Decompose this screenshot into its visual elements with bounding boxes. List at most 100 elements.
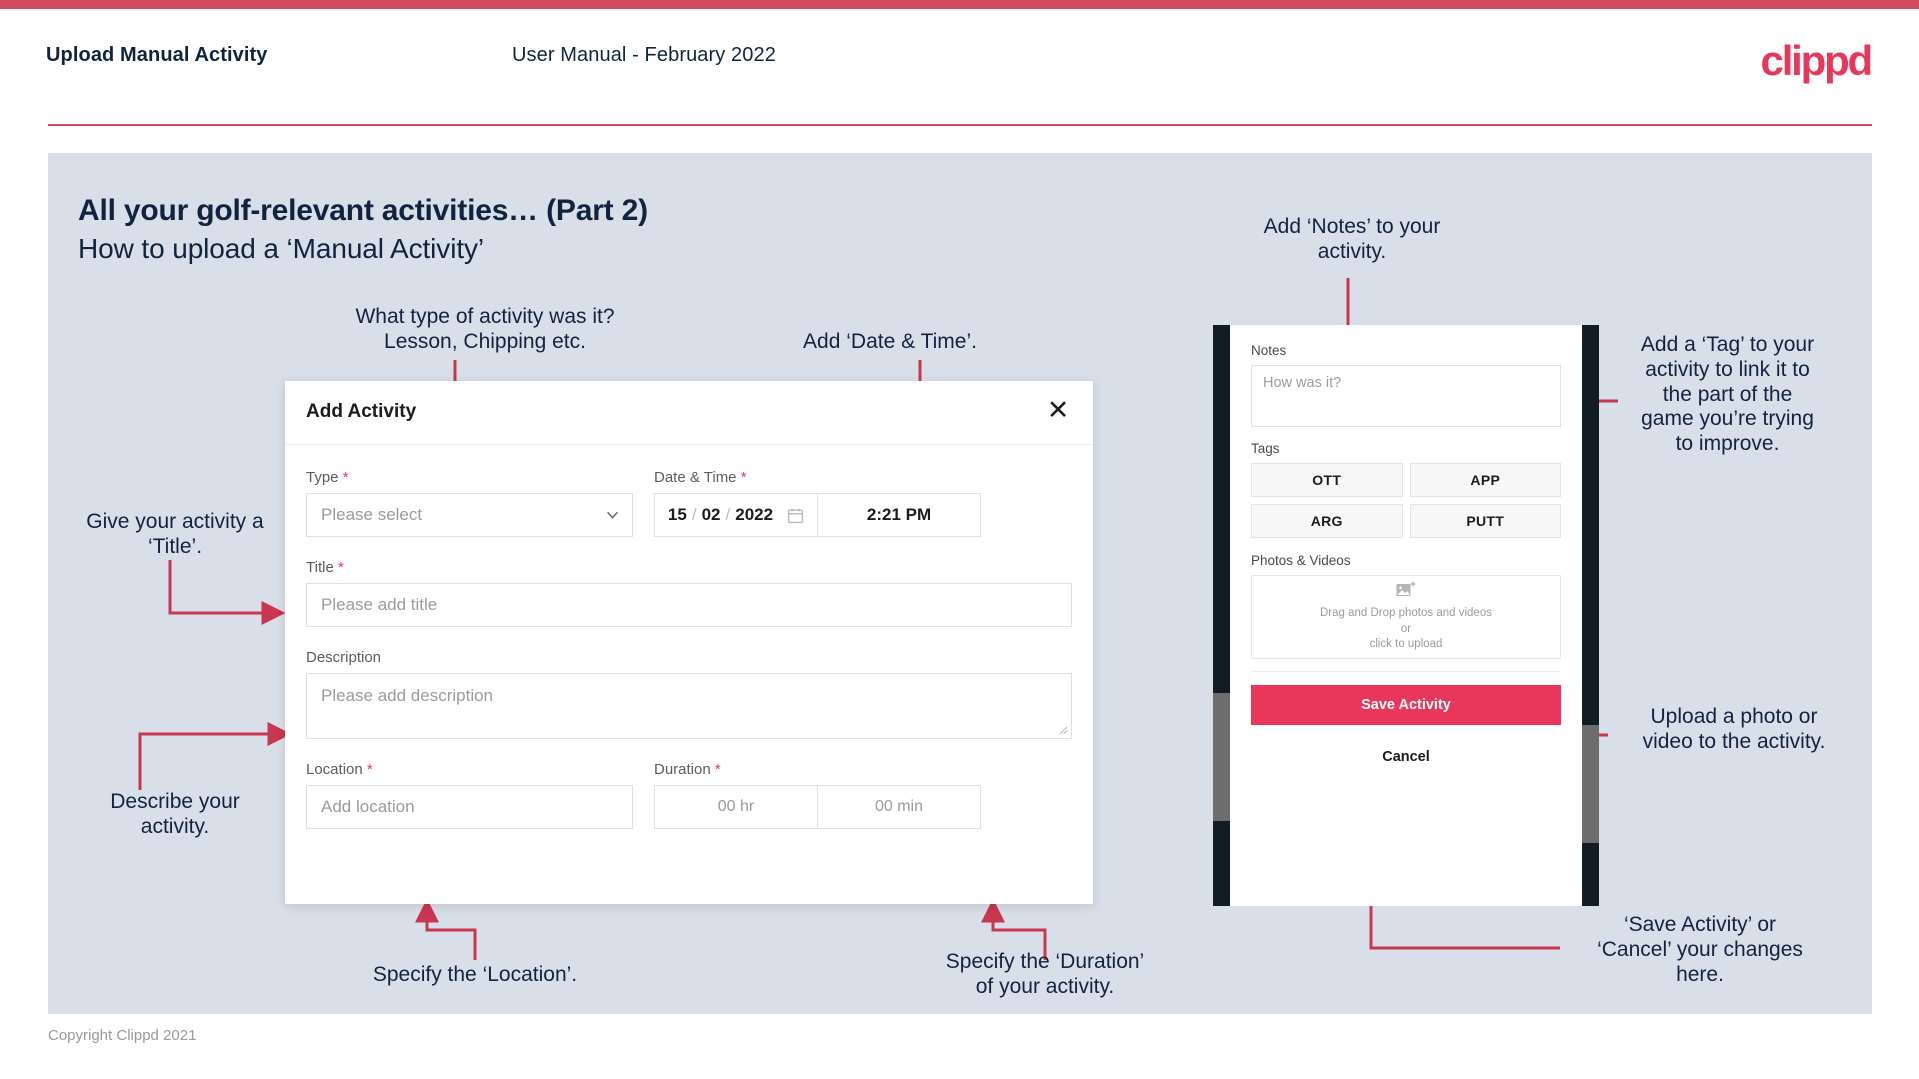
field-datetime: Date & Time * 15 / 02 / 2022 2:21 PM bbox=[654, 469, 981, 537]
field-title: Title * Please add title bbox=[306, 559, 1072, 627]
slide-root: Upload Manual Activity User Manual - Feb… bbox=[0, 0, 1919, 1079]
annotation-duration-line1: Specify the ‘Duration’ bbox=[945, 950, 1145, 973]
date-input[interactable]: 15 / 02 / 2022 bbox=[655, 494, 818, 536]
dropzone-line2: click to upload bbox=[1369, 638, 1443, 651]
location-label: Location * bbox=[306, 761, 373, 778]
date-month: 02 bbox=[701, 505, 721, 524]
annotation-save-line2: ‘Cancel’ your changes bbox=[1597, 937, 1803, 961]
annotation-datetime-line1: Add ‘Date & Time’. bbox=[803, 330, 977, 353]
required-marker: * bbox=[366, 761, 373, 778]
type-placeholder: Please select bbox=[321, 505, 423, 524]
annotation-tags: Add a ‘Tag’ to your activity to link it … bbox=[1620, 333, 1835, 457]
annotation-title-line1: Give your activity a bbox=[86, 510, 264, 533]
tag-ott[interactable]: OTT bbox=[1251, 463, 1403, 497]
time-input[interactable]: 2:21 PM bbox=[818, 494, 980, 536]
tag-putt[interactable]: PUTT bbox=[1409, 504, 1561, 538]
annotation-tags-line3: the part of the bbox=[1662, 382, 1793, 406]
date-day: 15 bbox=[667, 505, 687, 524]
annotation-save-line1: ‘Save Activity’ or bbox=[1623, 913, 1777, 936]
slide-heading: All your golf-relevant activities… (Part… bbox=[78, 194, 648, 227]
tags-label: Tags bbox=[1251, 441, 1280, 456]
dropzone-text: Drag and Drop photos and videos or click… bbox=[1316, 606, 1496, 653]
resize-grip-icon[interactable] bbox=[1059, 726, 1068, 735]
duration-hours-input[interactable]: 00 hr bbox=[655, 786, 818, 828]
field-description: Description Please add description bbox=[306, 649, 1072, 739]
annotation-description-line1: Describe your bbox=[110, 790, 240, 813]
clippd-logo: clippd bbox=[1760, 37, 1874, 84]
required-marker: * bbox=[714, 761, 721, 778]
field-duration: Duration * 00 hr 00 min bbox=[654, 761, 981, 829]
annotation-title-line2: ‘Title’. bbox=[147, 534, 203, 558]
slide-subheading: How to upload a ‘Manual Activity’ bbox=[78, 233, 485, 264]
date-year: 2022 bbox=[735, 505, 774, 524]
annotation-photos-line1: Upload a photo or bbox=[1650, 705, 1818, 728]
required-marker: * bbox=[337, 559, 344, 576]
modal-body: Type * Please select Date & Time * 15 / … bbox=[285, 445, 1093, 829]
annotation-tags-line5: to improve. bbox=[1675, 432, 1780, 456]
annotation-type-line1: What type of activity was it? bbox=[355, 305, 615, 328]
add-image-icon bbox=[1396, 581, 1416, 597]
annotation-notes-line1: Add ‘Notes’ to your bbox=[1263, 215, 1441, 238]
duration-minutes-input[interactable]: 00 min bbox=[818, 786, 980, 828]
annotation-type: What type of activity was it? Lesson, Ch… bbox=[335, 305, 635, 355]
annotation-tags-line4: game you’re trying bbox=[1641, 407, 1814, 431]
annotation-photos: Upload a photo or video to the activity. bbox=[1620, 705, 1848, 755]
description-input[interactable]: Please add description bbox=[306, 673, 1072, 739]
time-value: 2:21 PM bbox=[866, 505, 932, 524]
modal-title: Add Activity bbox=[306, 401, 417, 422]
annotation-save-line3: here. bbox=[1676, 962, 1724, 986]
date-sep-1: / bbox=[691, 505, 697, 524]
required-marker: * bbox=[740, 469, 747, 486]
notes-placeholder: How was it? bbox=[1263, 375, 1342, 391]
cancel-button[interactable]: Cancel bbox=[1251, 749, 1561, 765]
phone-scrollbar-left[interactable] bbox=[1213, 693, 1230, 821]
location-input[interactable]: Add location bbox=[306, 785, 633, 829]
phone-scrollbar-right[interactable] bbox=[1582, 725, 1599, 843]
title-label: Title * bbox=[306, 559, 344, 576]
annotation-description-line2: activity. bbox=[140, 814, 210, 838]
annotation-location-line1: Specify the ‘Location’. bbox=[372, 963, 578, 986]
annotation-datetime: Add ‘Date & Time’. bbox=[760, 330, 1020, 355]
title-placeholder: Please add title bbox=[321, 595, 438, 614]
tags-grid: OTT APP ARG PUTT bbox=[1251, 463, 1561, 538]
photos-label: Photos & Videos bbox=[1251, 553, 1351, 568]
row-type-datetime: Type * Please select Date & Time * 15 / … bbox=[306, 469, 1072, 537]
phone-screen: Notes How was it? Tags OTT APP ARG PUTT … bbox=[1230, 325, 1582, 906]
notes-input[interactable]: How was it? bbox=[1251, 365, 1561, 427]
dropzone-line1: Drag and Drop photos and videos or bbox=[1320, 607, 1492, 635]
page-subtitle: User Manual - February 2022 bbox=[512, 44, 776, 66]
tag-app[interactable]: APP bbox=[1409, 463, 1561, 497]
annotation-tags-line1: Add a ‘Tag’ to your bbox=[1640, 333, 1815, 356]
type-select[interactable]: Please select bbox=[306, 493, 633, 537]
close-icon[interactable]: ✕ bbox=[1043, 395, 1073, 425]
annotation-type-line2: Lesson, Chipping etc. bbox=[384, 329, 586, 353]
annotation-notes: Add ‘Notes’ to your activity. bbox=[1238, 215, 1466, 265]
annotation-save: ‘Save Activity’ or ‘Cancel’ your changes… bbox=[1565, 913, 1835, 987]
footer-copyright: Copyright Clippd 2021 bbox=[48, 1027, 197, 1044]
calendar-icon[interactable] bbox=[787, 507, 804, 524]
duration-minutes-placeholder: 00 min bbox=[874, 798, 924, 815]
annotation-description: Describe your activity. bbox=[50, 790, 300, 840]
datetime-label: Date & Time * bbox=[654, 469, 747, 486]
duration-label: Duration * bbox=[654, 761, 721, 778]
annotation-title: Give your activity a ‘Title’. bbox=[50, 510, 300, 560]
description-placeholder: Please add description bbox=[321, 686, 494, 705]
tag-arg[interactable]: ARG bbox=[1251, 504, 1403, 538]
field-location: Location * Add location bbox=[306, 761, 633, 829]
type-label: Type * bbox=[306, 469, 349, 486]
notes-label: Notes bbox=[1251, 343, 1287, 358]
duration-hours-placeholder: 00 hr bbox=[717, 798, 755, 815]
annotation-duration-line2: of your activity. bbox=[975, 974, 1115, 998]
save-activity-button[interactable]: Save Activity bbox=[1251, 685, 1561, 725]
page-title: Upload Manual Activity bbox=[46, 44, 268, 66]
header-divider bbox=[48, 124, 1872, 126]
required-marker: * bbox=[342, 469, 349, 486]
annotation-location: Specify the ‘Location’. bbox=[355, 963, 595, 988]
photo-dropzone[interactable]: Drag and Drop photos and videos or click… bbox=[1251, 575, 1561, 659]
row-location-duration: Location * Add location Duration * 00 hr… bbox=[306, 761, 1072, 829]
title-input[interactable]: Please add title bbox=[306, 583, 1072, 627]
phone-mockup: Notes How was it? Tags OTT APP ARG PUTT … bbox=[1213, 325, 1599, 906]
phone-divider bbox=[1251, 671, 1561, 672]
annotation-photos-line2: video to the activity. bbox=[1642, 729, 1826, 753]
annotation-tags-line2: activity to link it to bbox=[1645, 357, 1810, 381]
